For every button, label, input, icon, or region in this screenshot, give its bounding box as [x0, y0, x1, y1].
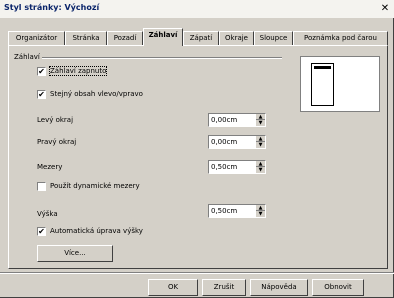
preview-header-bar: [314, 66, 331, 69]
spacing-value: 0,50cm: [211, 163, 238, 171]
height-label: Výška: [37, 210, 58, 218]
same-content-label[interactable]: Stejný obsah vlevo/vpravo: [50, 90, 143, 98]
right-margin-spinner[interactable]: ▲ ▼: [256, 136, 265, 148]
height-value: 0,50cm: [211, 207, 238, 215]
left-margin-value: 0,00cm: [211, 116, 238, 124]
left-margin-label: Levý okraj: [37, 116, 74, 124]
title-bar: Styl stránky: Výchozí ✕: [0, 0, 394, 18]
spin-down-icon[interactable]: ▼: [256, 167, 265, 173]
reset-button[interactable]: Obnovit: [312, 279, 364, 296]
page-preview: [300, 56, 380, 112]
tab-borders[interactable]: Okraje: [219, 31, 254, 45]
tab-organizer[interactable]: Organizátor: [8, 31, 65, 45]
spin-down-icon[interactable]: ▼: [256, 211, 265, 217]
right-margin-label: Pravý okraj: [37, 138, 77, 146]
window-title: Styl stránky: Výchozí: [4, 3, 100, 12]
footer-separator: [0, 272, 394, 274]
height-spinner[interactable]: ▲ ▼: [256, 205, 265, 217]
left-margin-field[interactable]: 0,00cm ▲ ▼: [208, 113, 266, 127]
spin-down-icon[interactable]: ▼: [256, 142, 265, 148]
preview-page-icon: [311, 63, 334, 106]
dynamic-spacing-label[interactable]: Použít dynamické mezery: [50, 182, 140, 190]
autofit-height-checkbox[interactable]: ✔: [37, 227, 46, 236]
cancel-button[interactable]: Zrušit: [202, 279, 246, 296]
ok-button[interactable]: OK: [148, 279, 198, 296]
tab-footnote[interactable]: Poznámka pod čarou: [293, 31, 388, 45]
tab-background[interactable]: Pozadí: [107, 31, 143, 45]
group-separator: [42, 57, 282, 59]
spin-down-icon[interactable]: ▼: [256, 120, 265, 126]
tab-header[interactable]: Záhlaví: [143, 28, 183, 46]
tab-page[interactable]: Stránka: [65, 31, 107, 45]
tab-bar: Organizátor Stránka Pozadí Záhlaví Zápat…: [8, 28, 388, 46]
spacing-label: Mezery: [37, 163, 63, 171]
same-content-checkbox[interactable]: ✔: [37, 90, 46, 99]
tab-columns[interactable]: Sloupce: [254, 31, 293, 45]
right-margin-value: 0,00cm: [211, 138, 238, 146]
group-label-header: Záhlaví: [14, 53, 40, 61]
header-on-label[interactable]: Záhlaví zapnuto: [48, 66, 108, 76]
right-margin-field[interactable]: 0,00cm ▲ ▼: [208, 135, 266, 149]
help-button[interactable]: Nápověda: [250, 279, 308, 296]
header-on-checkbox[interactable]: ✔: [37, 67, 46, 76]
left-margin-spinner[interactable]: ▲ ▼: [256, 114, 265, 126]
close-icon[interactable]: ✕: [379, 2, 391, 15]
height-field[interactable]: 0,50cm ▲ ▼: [208, 204, 266, 218]
spacing-spinner[interactable]: ▲ ▼: [256, 161, 265, 173]
page-style-dialog: Styl stránky: Výchozí ✕ Organizátor Strá…: [0, 0, 394, 298]
tab-footer[interactable]: Zápatí: [183, 31, 219, 45]
spacing-field[interactable]: 0,50cm ▲ ▼: [208, 160, 266, 174]
autofit-height-label[interactable]: Automatická úprava výšky: [50, 227, 143, 235]
dynamic-spacing-checkbox[interactable]: [37, 182, 46, 191]
more-button[interactable]: Více...: [37, 245, 113, 262]
